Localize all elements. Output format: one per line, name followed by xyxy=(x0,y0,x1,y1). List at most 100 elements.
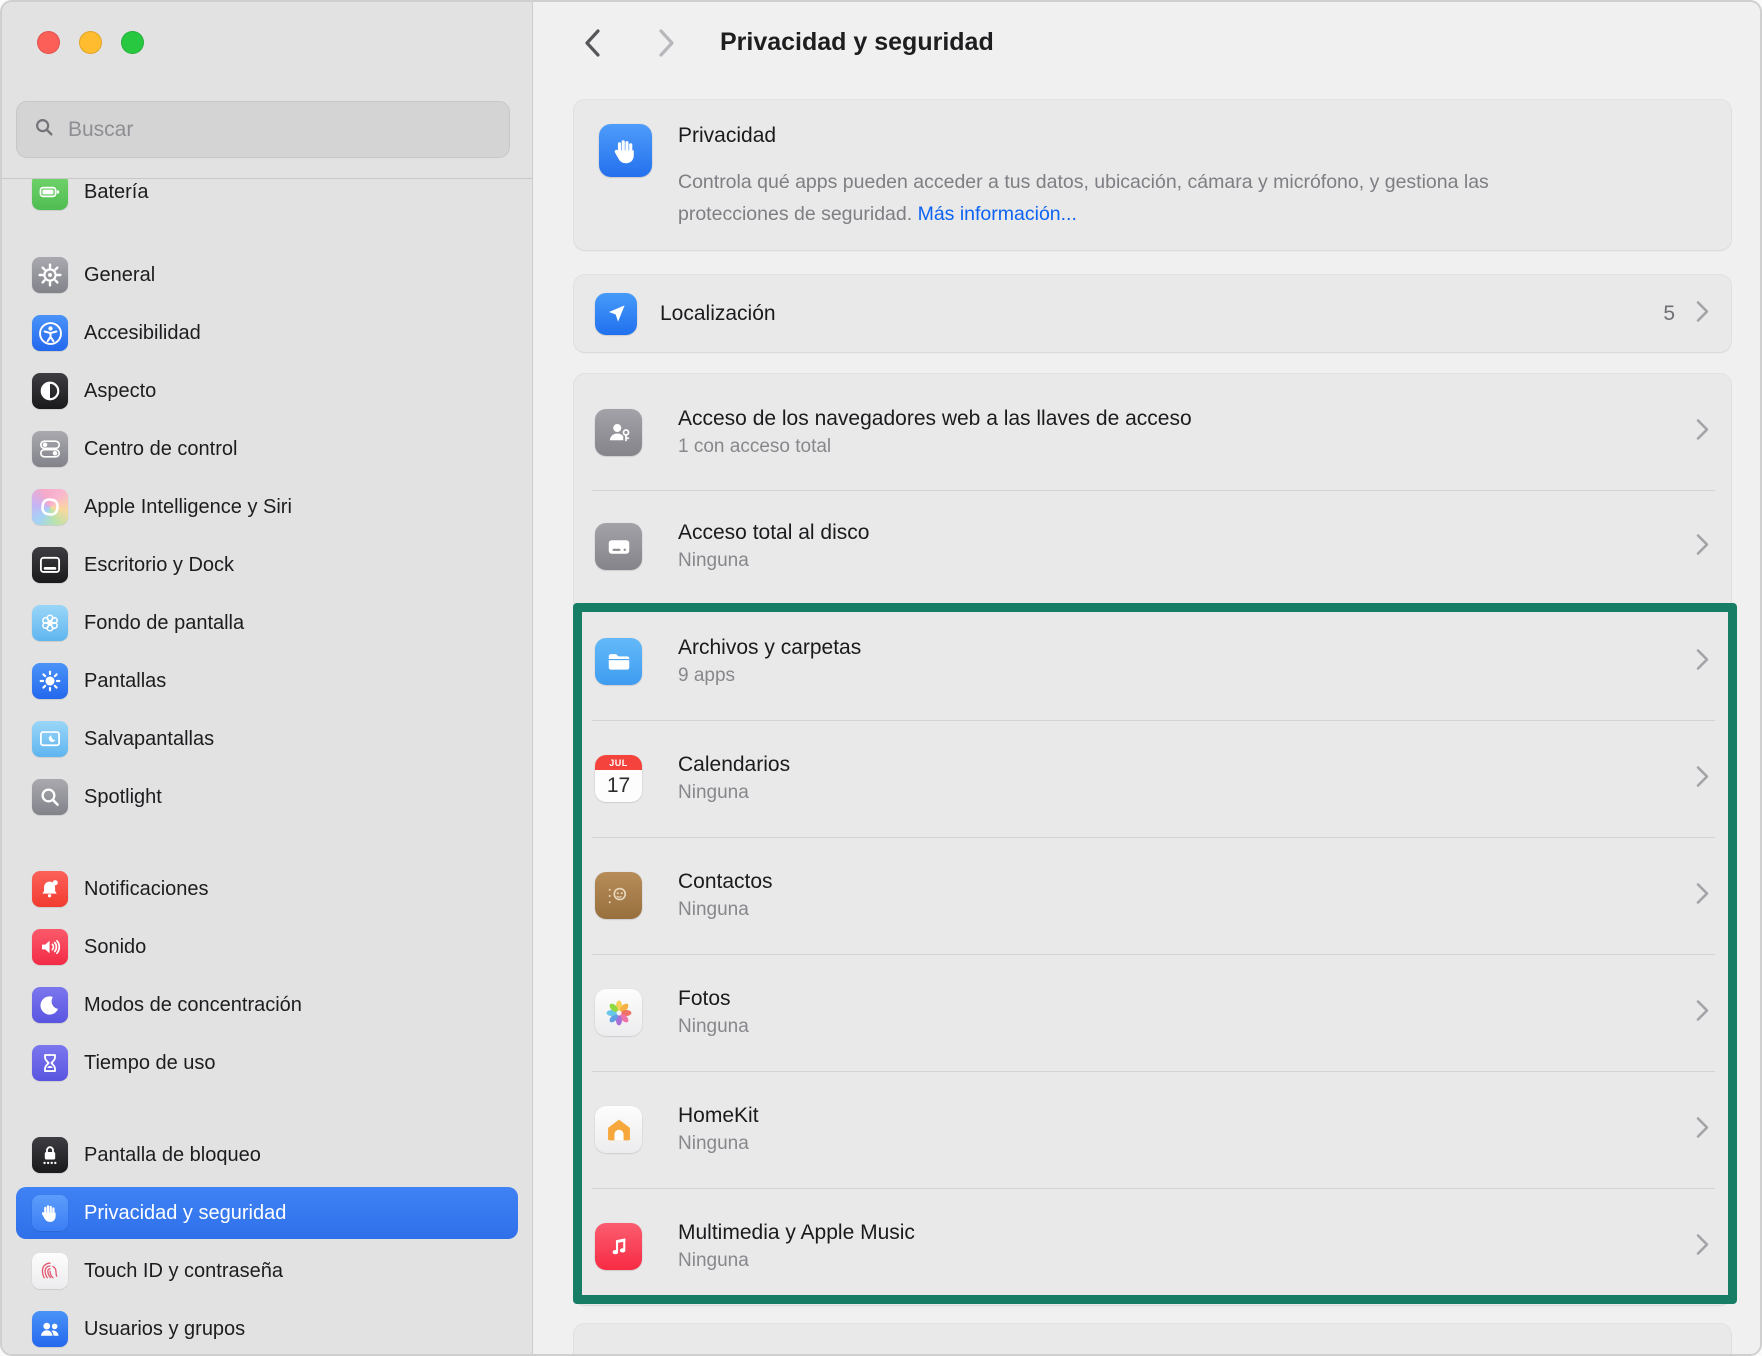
sidebar-item-label: Spotlight xyxy=(84,786,162,809)
battery-icon xyxy=(32,179,68,210)
sidebar-item-users-groups[interactable]: Usuarios y grupos xyxy=(16,1303,518,1354)
photos-pinwheel-icon xyxy=(595,989,642,1036)
gear-icon xyxy=(32,257,68,293)
calendars-row[interactable]: JUL 17 Calendarios Ninguna xyxy=(574,720,1731,837)
chevron-right-icon xyxy=(1696,1116,1709,1143)
lock-icon xyxy=(32,1137,68,1173)
row-title: Calendarios xyxy=(678,753,790,777)
zoom-window-button[interactable] xyxy=(121,31,144,54)
sidebar-item-apple-intelligence[interactable]: Apple Intelligence y Siri xyxy=(16,481,518,533)
sidebar-item-label: Aspecto xyxy=(84,380,156,403)
sidebar-item-label: Sonido xyxy=(84,936,146,959)
homekit-house-icon xyxy=(595,1106,642,1153)
chevron-right-icon xyxy=(1696,999,1709,1026)
sidebar-item-desktop-dock[interactable]: Escritorio y Dock xyxy=(16,539,518,591)
sidebar-item-label: Pantalla de bloqueo xyxy=(84,1144,261,1167)
row-subtitle: 1 con acceso total xyxy=(678,436,1192,458)
focus-moon-icon xyxy=(32,987,68,1023)
sidebar-item-screensaver[interactable]: Salvapantallas xyxy=(16,713,518,765)
sidebar-item-battery[interactable]: Batería xyxy=(16,179,518,218)
more-info-link[interactable]: Más información... xyxy=(918,203,1077,225)
sidebar-item-label: Pantallas xyxy=(84,670,166,693)
location-row[interactable]: Localización 5 xyxy=(574,275,1731,352)
row-subtitle: Ninguna xyxy=(678,782,790,804)
window-controls xyxy=(37,31,144,54)
control-center-icon xyxy=(32,431,68,467)
users-icon xyxy=(32,1311,68,1347)
sidebar-item-label: Privacidad y seguridad xyxy=(84,1202,286,1225)
sidebar-item-label: Centro de control xyxy=(84,438,237,461)
privacy-card-description: Controla qué apps pueden acceder a tus d… xyxy=(678,166,1548,230)
sidebar-item-control-center[interactable]: Centro de control xyxy=(16,423,518,475)
chevron-right-icon xyxy=(1696,648,1709,675)
sidebar-item-lock-screen[interactable]: Pantalla de bloqueo xyxy=(16,1129,518,1181)
fingerprint-icon xyxy=(32,1253,68,1289)
location-arrow-icon xyxy=(595,293,637,335)
sidebar-item-notifications[interactable]: Notificaciones xyxy=(16,863,518,915)
row-title: Contactos xyxy=(678,870,773,894)
accessibility-icon xyxy=(32,315,68,351)
minimize-window-button[interactable] xyxy=(79,31,102,54)
passkeys-access-row[interactable]: Acceso de los navegadores web a las llav… xyxy=(574,374,1731,490)
main-pane: Privacidad y seguridad Privacidad Contro… xyxy=(534,2,1760,1354)
row-title: Localización xyxy=(660,302,776,326)
privacy-hand-icon xyxy=(599,124,652,177)
system-settings-window: Batería General Accesibilidad Aspecto xyxy=(0,0,1762,1356)
sidebar-item-privacy-security[interactable]: Privacidad y seguridad xyxy=(16,1187,518,1239)
sidebar-item-spotlight[interactable]: Spotlight xyxy=(16,771,518,823)
back-button[interactable] xyxy=(578,24,606,62)
homekit-row[interactable]: HomeKit Ninguna xyxy=(574,1071,1731,1188)
sidebar-item-label: Notificaciones xyxy=(84,878,209,901)
reminders-row[interactable]: Recordatorios xyxy=(574,1324,1731,1356)
chevron-right-icon xyxy=(1696,765,1709,792)
search-input[interactable] xyxy=(68,118,493,142)
row-subtitle: Ninguna xyxy=(678,1016,749,1038)
photos-row[interactable]: Fotos Ninguna xyxy=(574,954,1731,1071)
sidebar-item-general[interactable]: General xyxy=(16,249,518,301)
sidebar-item-label: Accesibilidad xyxy=(84,322,201,345)
forward-button[interactable] xyxy=(652,24,680,62)
sidebar-item-touch-id[interactable]: Touch ID y contraseña xyxy=(16,1245,518,1297)
row-title: Fotos xyxy=(678,987,749,1011)
sidebar-item-accessibility[interactable]: Accesibilidad xyxy=(16,307,518,359)
hard-disk-icon xyxy=(595,523,642,570)
files-folders-row[interactable]: Archivos y carpetas 9 apps xyxy=(574,603,1731,720)
sidebar-item-screen-time[interactable]: Tiempo de uso xyxy=(16,1037,518,1089)
privacy-hand-icon xyxy=(32,1195,68,1231)
contacts-row[interactable]: Contactos Ninguna xyxy=(574,837,1731,954)
sidebar-item-displays[interactable]: Pantallas xyxy=(16,655,518,707)
spotlight-icon xyxy=(32,779,68,815)
displays-icon xyxy=(32,663,68,699)
sidebar-item-label: Tiempo de uso xyxy=(84,1052,216,1075)
row-title: HomeKit xyxy=(678,1104,759,1128)
row-subtitle: 9 apps xyxy=(678,665,861,687)
sidebar-item-focus[interactable]: Modos de concentración xyxy=(16,979,518,1031)
sidebar-item-label: Escritorio y Dock xyxy=(84,554,234,577)
music-note-icon xyxy=(595,1223,642,1270)
sidebar: Batería General Accesibilidad Aspecto xyxy=(2,2,533,1354)
sidebar-item-label: Touch ID y contraseña xyxy=(84,1260,283,1283)
search-field[interactable] xyxy=(16,101,510,158)
close-window-button[interactable] xyxy=(37,31,60,54)
notifications-icon xyxy=(32,871,68,907)
chevron-right-icon xyxy=(1696,1233,1709,1260)
calendar-icon: JUL 17 xyxy=(595,755,642,802)
sound-icon xyxy=(32,929,68,965)
sidebar-item-sound[interactable]: Sonido xyxy=(16,921,518,973)
sidebar-item-label: Salvapantallas xyxy=(84,728,214,751)
hourglass-icon xyxy=(32,1045,68,1081)
wallpaper-icon xyxy=(32,605,68,641)
sidebar-item-appearance[interactable]: Aspecto xyxy=(16,365,518,417)
screensaver-icon xyxy=(32,721,68,757)
chevron-right-icon xyxy=(1696,882,1709,909)
apple-intelligence-icon xyxy=(32,489,68,525)
row-title: Acceso total al disco xyxy=(678,521,869,545)
full-disk-access-row[interactable]: Acceso total al disco Ninguna xyxy=(574,490,1731,603)
location-card: Localización 5 xyxy=(574,275,1731,352)
media-apple-music-row[interactable]: Multimedia y Apple Music Ninguna xyxy=(574,1188,1731,1305)
sidebar-item-wallpaper[interactable]: Fondo de pantalla xyxy=(16,597,518,649)
privacy-card-title: Privacidad xyxy=(678,124,776,148)
sidebar-item-label: Fondo de pantalla xyxy=(84,612,244,635)
row-subtitle: Ninguna xyxy=(678,1250,915,1272)
calendar-day-label: 17 xyxy=(595,770,642,802)
